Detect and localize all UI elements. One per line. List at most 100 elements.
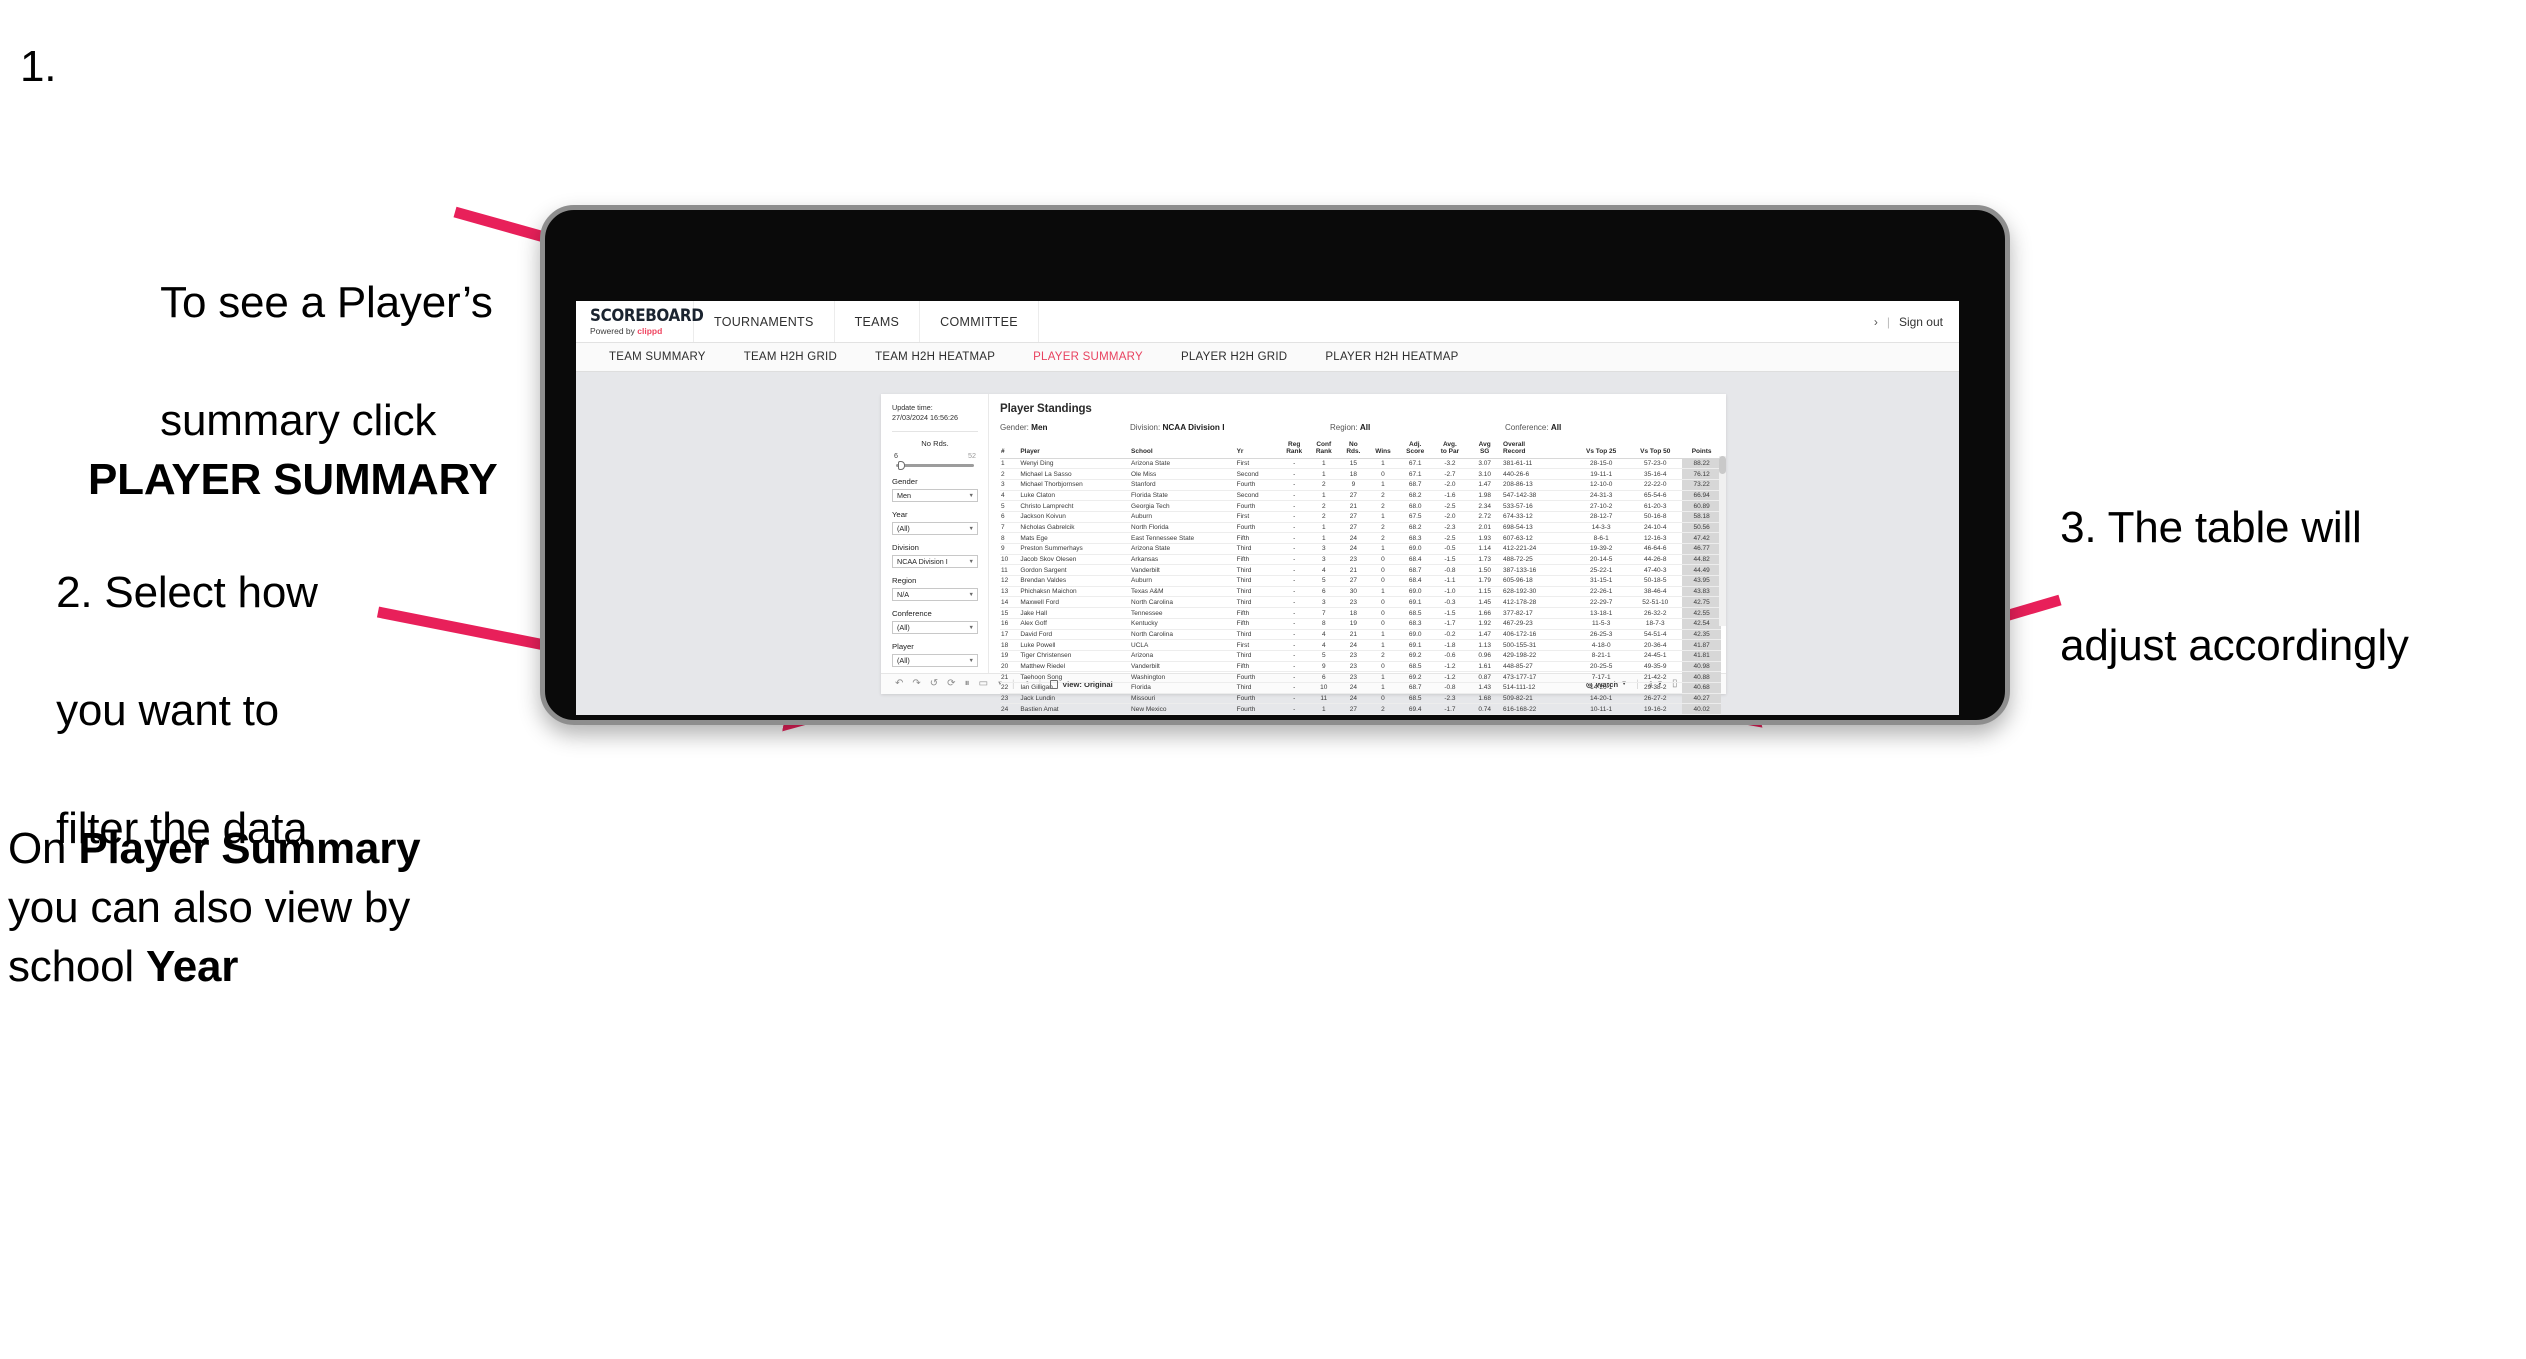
cell-rank: 13: [1000, 586, 1020, 598]
cell-t50: 19-16-2: [1628, 703, 1683, 715]
col-header-rank[interactable]: #: [1000, 441, 1020, 459]
revert-icon[interactable]: ↺: [930, 679, 938, 689]
col-header-points[interactable]: Points: [1682, 441, 1721, 459]
cell-nords: 21: [1338, 500, 1369, 512]
cell-avgpar: -2.5: [1432, 532, 1468, 545]
table-row[interactable]: 10 Jacob Skov Olesen Arkansas Fifth -3 23 0 68.…: [1000, 554, 1721, 566]
table-row[interactable]: 17 David Ford North Carolina Third -4 21 1 69.0…: [1000, 629, 1721, 641]
col-header-vs-top-50[interactable]: Vs Top 50: [1628, 441, 1683, 459]
sub-nav-item-player-summary[interactable]: PLAYER SUMMARY: [1014, 351, 1162, 363]
filter-region-select[interactable]: N/A ▼: [892, 588, 978, 602]
cell-avgsg: 3.07: [1467, 458, 1503, 470]
cell-nords: 24: [1338, 543, 1369, 555]
col-header-yr[interactable]: Yr: [1235, 441, 1280, 459]
table-row[interactable]: 8 Mats Ege East Tennessee State Fifth -1 24 2 6…: [1000, 532, 1721, 545]
scrollbar-thumb[interactable]: [1719, 456, 1726, 474]
no-rounds-slider[interactable]: No Rds. 6 52: [892, 439, 978, 471]
cell-wins: 0: [1368, 564, 1398, 577]
cell-rank: 7: [1000, 522, 1020, 534]
cell-rank: 19: [1000, 650, 1020, 662]
cell-t25: 27-10-2: [1574, 500, 1629, 512]
cell-rank: 4: [1000, 490, 1020, 502]
cell-points: 43.95: [1682, 575, 1721, 587]
note-bold-player-summary: Player Summary: [78, 824, 421, 873]
col-header-avg-to-par[interactable]: Avg. to Par: [1432, 441, 1468, 459]
table-row[interactable]: 13 Phichaksn Maichon Texas A&M Third -6 30 1 69…: [1000, 586, 1721, 598]
top-nav-item-committee[interactable]: COMMITTEE: [920, 301, 1039, 342]
cell-player: Taehoon Song: [1019, 671, 1131, 683]
filter-gender-select[interactable]: Men ▼: [892, 489, 978, 503]
table-row[interactable]: 20 Matthew Riedel Vanderbilt Fifth -9 23 0 68.5…: [1000, 661, 1721, 673]
table-row[interactable]: 19 Tiger Christensen Arizona Third -5 23 2 69.2…: [1000, 650, 1721, 662]
table-row[interactable]: 5 Christo Lamprecht Georgia Tech Fourth -2 21…: [1000, 500, 1721, 512]
col-header-school[interactable]: School: [1130, 441, 1236, 459]
cell-t25: 28-12-7: [1574, 511, 1629, 523]
top-nav-item-tournaments[interactable]: TOURNAMENTS: [694, 301, 835, 342]
table-row[interactable]: 11 Gordon Sargent Vanderbilt Third -4 21 0 68.7…: [1000, 564, 1721, 577]
filter-division-select[interactable]: NCAA Division I ▼: [892, 555, 978, 569]
cell-t50: 29-38-2: [1628, 682, 1683, 694]
table-row[interactable]: 2 Michael La Sasso Ole Miss Second -1 18 0 67.1…: [1000, 468, 1721, 480]
col-header-player[interactable]: Player: [1019, 441, 1131, 459]
table-row[interactable]: 12 Brendan Valdes Auburn Third -5 27 0 68.4 -1.1…: [1000, 575, 1721, 587]
filter-region-value: N/A: [897, 590, 909, 600]
table-row[interactable]: 24 Bastien Amat New Mexico Fourth -1 27 2 69.4-…: [1000, 703, 1721, 715]
cell-points: 42.75: [1682, 596, 1721, 609]
table-row[interactable]: 21 Taehoon Song Washington Fourth -6 23 1 69.2-…: [1000, 671, 1721, 683]
col-header-avg-sg[interactable]: Avg SG: [1467, 441, 1503, 459]
table-row[interactable]: 14 Maxwell Ford North Carolina Third -3 23 0 69…: [1000, 596, 1721, 609]
cell-school: Washington: [1130, 671, 1236, 683]
table-row[interactable]: 22 Ian Gilligan Florida Third -10 24 1 68.7 -0.8…: [1000, 682, 1721, 694]
cell-avgsg: 2.72: [1467, 511, 1503, 523]
cell-nords: 27: [1338, 575, 1369, 587]
table-row[interactable]: 6 Jackson Koivun Auburn First -2 27 1 67.5 -2.0 2…: [1000, 511, 1721, 523]
cell-avgpar: -0.3: [1432, 596, 1468, 609]
cell-t25: 22-29-7: [1574, 596, 1629, 609]
col-header-no-rds[interactable]: No Rds.: [1338, 441, 1369, 459]
cell-wins: 0: [1368, 468, 1398, 480]
col-header-vs-top-25[interactable]: Vs Top 25: [1574, 441, 1629, 459]
refresh-data-icon[interactable]: ⟳: [947, 679, 955, 689]
col-header-wins[interactable]: Wins: [1368, 441, 1398, 459]
cell-player: Mats Ege: [1019, 532, 1131, 545]
cell-nords: 27: [1338, 703, 1369, 715]
cell-rec: 467-29-23: [1502, 618, 1575, 630]
table-row[interactable]: 1 Wenyi Ding Arizona State First -1 15 1 67.1 -3…: [1000, 458, 1721, 470]
col-header-overall-record[interactable]: Overall Record: [1502, 441, 1575, 459]
undo-icon[interactable]: ↶: [895, 679, 903, 689]
sub-nav-item-player-h2h-grid[interactable]: PLAYER H2H GRID: [1162, 351, 1306, 363]
sub-nav-item-team-h2h-grid[interactable]: TEAM H2H GRID: [725, 351, 856, 363]
highlight-icon[interactable]: ▭: [979, 679, 988, 689]
table-row[interactable]: 7 Nicholas Gabrelcik North Florida Fourth -1…: [1000, 522, 1721, 534]
sub-nav-item-player-h2h-heatmap[interactable]: PLAYER H2H HEATMAP: [1306, 351, 1477, 363]
redo-icon[interactable]: ↷: [912, 679, 920, 689]
cell-nords: 24: [1338, 682, 1369, 694]
filter-conference-select[interactable]: (All) ▼: [892, 621, 978, 635]
table-row[interactable]: 23 Jack Lundin Missouri Fourth -11 24 0 68.5 -2.…: [1000, 693, 1721, 705]
slider-track[interactable]: [896, 461, 974, 471]
brand-logo[interactable]: SCOREBOARD Powered by clippd: [576, 301, 704, 342]
sub-nav-item-team-h2h-heatmap[interactable]: TEAM H2H HEATMAP: [856, 351, 1014, 363]
table-row[interactable]: 3 Michael Thorbjornsen Stanford Fourth -2 9 1 6…: [1000, 479, 1721, 491]
slider-handle[interactable]: [898, 461, 905, 471]
filter-year-select[interactable]: (All) ▼: [892, 522, 978, 536]
table-row[interactable]: 4 Luke Claton Florida State Second -1 27 2 68.2…: [1000, 490, 1721, 502]
table-row[interactable]: 9 Preston Summerhays Arizona State Third -3 2…: [1000, 543, 1721, 555]
col-header-conf-rank[interactable]: Conf Rank: [1308, 441, 1339, 459]
sign-out-link[interactable]: Sign out: [1899, 315, 1943, 329]
col-header-reg-rank[interactable]: Reg Rank: [1279, 441, 1309, 459]
table-row[interactable]: 16 Alex Goff Kentucky Fifth -8 19 0 68.3 -1.7 1.9…: [1000, 618, 1721, 630]
table-row[interactable]: 15 Jake Hall Tennessee Fifth -7 18 0 68.5 -1.5 1.…: [1000, 607, 1721, 619]
top-nav-item-teams[interactable]: TEAMS: [835, 301, 921, 342]
cell-points: 44.49: [1682, 564, 1721, 577]
table-vertical-scrollbar[interactable]: [1719, 456, 1726, 626]
table-row[interactable]: 18 Luke Powell UCLA First -4 24 1 69.1 -1.8 1.13 5…: [1000, 639, 1721, 651]
chevron-right-icon[interactable]: ›: [1874, 315, 1878, 329]
sub-nav-item-team-summary[interactable]: TEAM SUMMARY: [590, 351, 725, 363]
summary-division: Division: NCAA Division I: [1130, 423, 1330, 432]
cell-conf: 2: [1308, 511, 1339, 523]
filter-player-select[interactable]: (All) ▼: [892, 654, 978, 668]
col-header-adj-score[interactable]: Adj. Score: [1397, 441, 1433, 459]
pause-updates-icon[interactable]: ⏸: [965, 679, 970, 689]
cell-t50: 50-16-8: [1628, 511, 1683, 523]
